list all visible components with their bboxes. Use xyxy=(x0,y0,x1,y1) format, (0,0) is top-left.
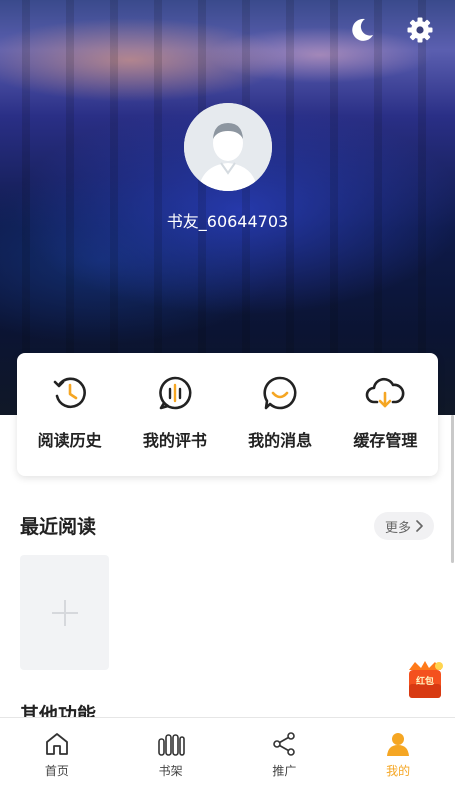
avatar[interactable] xyxy=(184,103,272,191)
tab-mine-label: 我的 xyxy=(386,764,411,778)
tab-home[interactable]: 首页 xyxy=(0,718,114,785)
bottom-tab-bar: 首页 书架 推广 我的 xyxy=(0,717,455,785)
more-button[interactable]: 更多 xyxy=(374,512,434,540)
share-icon xyxy=(273,732,296,756)
tab-promote[interactable]: 推广 xyxy=(228,718,342,785)
more-label: 更多 xyxy=(384,520,411,536)
tab-bookshelf-label: 书架 xyxy=(158,764,183,778)
reading-history-label: 阅读历史 xyxy=(37,431,102,450)
home-icon xyxy=(45,733,68,755)
message-icon xyxy=(263,376,297,410)
tab-bookshelf[interactable]: 书架 xyxy=(114,718,228,785)
my-comments-label: 我的评书 xyxy=(142,431,207,450)
cache-management-button[interactable]: 缓存管理 xyxy=(333,353,438,476)
bookshelf-icon xyxy=(157,734,185,756)
reading-history-button[interactable]: 阅读历史 xyxy=(17,353,122,476)
recent-reading-title: 最近阅读 xyxy=(20,516,97,538)
scrollbar[interactable] xyxy=(451,415,454,563)
moon-icon xyxy=(352,18,373,41)
quick-actions-card: 阅读历史 我的评书 我的消息 缓存管理 xyxy=(17,353,438,476)
plus-icon xyxy=(51,599,78,626)
tab-home-label: 首页 xyxy=(44,764,69,778)
settings-button[interactable] xyxy=(404,14,436,46)
cloud-download-icon xyxy=(366,377,405,408)
red-packet-float-button[interactable]: 红包 xyxy=(405,658,445,702)
my-messages-button[interactable]: 我的消息 xyxy=(228,353,333,476)
chevron-right-icon xyxy=(416,520,423,532)
gear-icon xyxy=(407,17,433,43)
history-icon xyxy=(53,377,86,409)
my-comments-button[interactable]: 我的评书 xyxy=(122,353,227,476)
add-book-tile[interactable] xyxy=(20,555,109,670)
comment-icon xyxy=(159,376,192,410)
night-mode-button[interactable] xyxy=(346,14,378,46)
cache-management-label: 缓存管理 xyxy=(353,431,418,450)
user-icon xyxy=(387,733,410,756)
my-messages-label: 我的消息 xyxy=(248,431,313,450)
tab-mine[interactable]: 我的 xyxy=(341,718,455,785)
username[interactable]: 书友_60644703 xyxy=(0,208,455,232)
red-packet-label: 红包 xyxy=(415,677,434,687)
tab-promote-label: 推广 xyxy=(272,764,297,778)
default-avatar-icon xyxy=(184,103,272,191)
